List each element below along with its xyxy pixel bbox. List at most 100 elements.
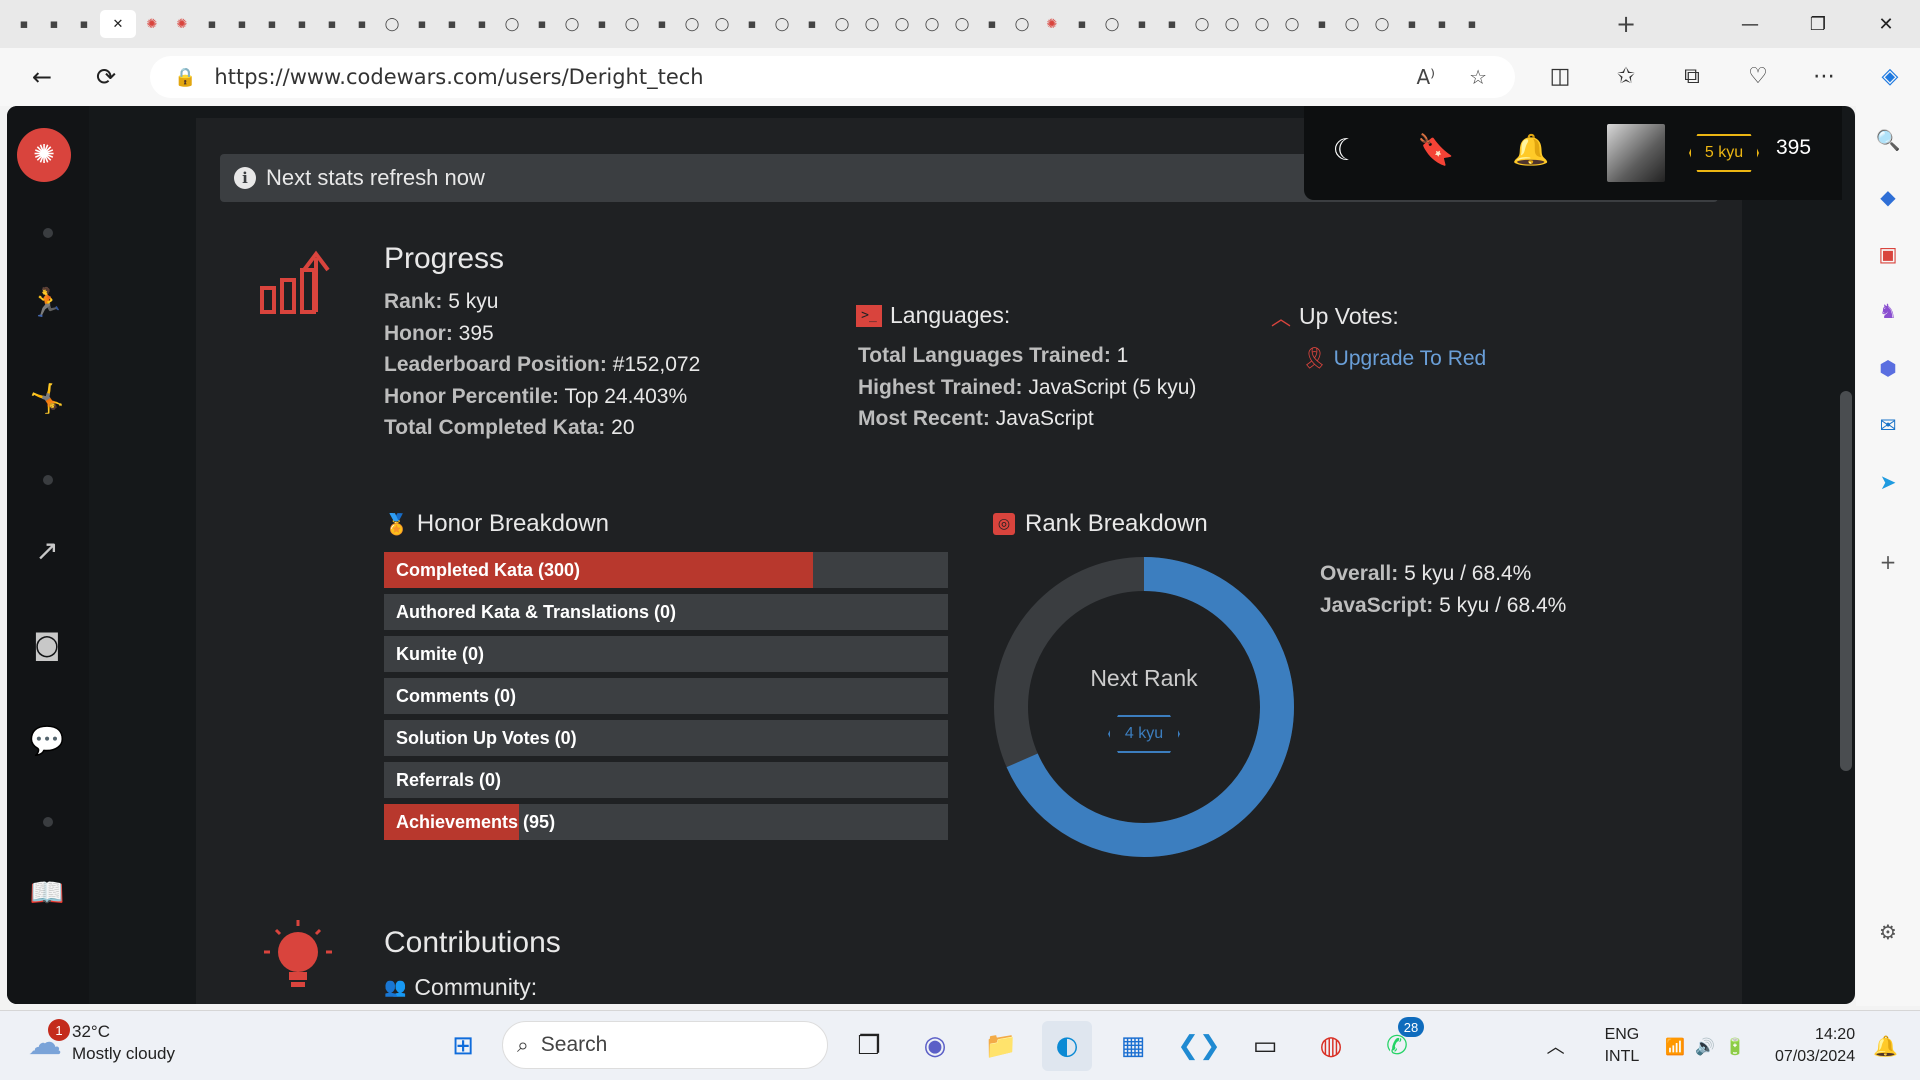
codewars-logo-icon[interactable]: ✺: [17, 128, 71, 182]
github-icon-16[interactable]: ◯: [1218, 10, 1246, 38]
dark-mode-moon-icon[interactable]: ☾: [1324, 128, 1368, 172]
more-options-icon[interactable]: ⋯: [1804, 56, 1844, 96]
codewars-tab-icon-2[interactable]: ✺: [138, 10, 166, 38]
new-tab-button[interactable]: +: [1612, 10, 1640, 38]
edge-browser-icon[interactable]: ◐: [1042, 1021, 1092, 1071]
notification-bell-icon[interactable]: 🔔: [1873, 1034, 1898, 1058]
whatsapp-icon[interactable]: ✆ 28: [1372, 1017, 1424, 1071]
restore-button[interactable]: ❐: [1784, 0, 1852, 48]
stackoverflow-icon-3[interactable]: ▪: [528, 10, 556, 38]
codewars-tab-icon[interactable]: ✕: [100, 10, 136, 38]
microsoft-store-icon[interactable]: ▦: [1108, 1021, 1158, 1071]
video-icon-2[interactable]: ▪: [1068, 10, 1096, 38]
github-icon-20[interactable]: ◯: [1368, 10, 1396, 38]
browser-essentials-icon[interactable]: ♡: [1738, 56, 1778, 96]
tab-overview-icon[interactable]: ▪: [40, 10, 68, 38]
bookmark-icon[interactable]: 🔖: [1414, 128, 1458, 172]
rank-badge[interactable]: 5 kyu: [1689, 134, 1759, 172]
github-icon[interactable]: ◯: [378, 10, 406, 38]
terminal-app-icon[interactable]: ▭: [1240, 1021, 1290, 1071]
video-icon[interactable]: ▪: [738, 10, 766, 38]
gmail-icon[interactable]: ▪: [70, 10, 98, 38]
github-icon-8[interactable]: ◯: [828, 10, 856, 38]
github-icon-19[interactable]: ◯: [1338, 10, 1366, 38]
close-window-button[interactable]: ✕: [1852, 0, 1920, 48]
back-button[interactable]: ←: [22, 57, 62, 97]
video-icon-4[interactable]: ▪: [1428, 10, 1456, 38]
github-icon-2[interactable]: ◯: [498, 10, 526, 38]
github-icon-12[interactable]: ◯: [948, 10, 976, 38]
github-icon-3[interactable]: ◯: [558, 10, 586, 38]
shopping-icon[interactable]: ◆: [1868, 177, 1908, 217]
split-screen-icon[interactable]: ◫: [1540, 56, 1580, 96]
github-icon-6[interactable]: ◯: [708, 10, 736, 38]
globe-icon-2[interactable]: ▪: [1158, 10, 1186, 38]
outlook-icon[interactable]: ✉: [1868, 405, 1908, 445]
github-icon-11[interactable]: ◯: [918, 10, 946, 38]
github-icon-9[interactable]: ◯: [858, 10, 886, 38]
favorite-star-icon[interactable]: ☆: [1469, 65, 1487, 89]
wifi-icon[interactable]: 📶: [1665, 1037, 1685, 1056]
stackoverflow-icon-4[interactable]: ▪: [588, 10, 616, 38]
start-windows-icon[interactable]: ⊞: [438, 1021, 488, 1071]
discussion-icon[interactable]: 💬: [27, 720, 67, 760]
chrome-icon[interactable]: ◍: [1306, 1021, 1356, 1071]
task-view-icon[interactable]: ❐: [844, 1021, 894, 1071]
dots-icon[interactable]: ▪: [1308, 10, 1336, 38]
profile-icon[interactable]: ▪: [10, 10, 38, 38]
code-icon[interactable]: ▪: [468, 10, 496, 38]
language-indicator[interactable]: ENG INTL: [1605, 1024, 1640, 1068]
globe-icon[interactable]: ▪: [648, 10, 676, 38]
notifications-bell-icon[interactable]: 🔔: [1509, 128, 1553, 172]
battery-icon[interactable]: 🔋: [1725, 1037, 1745, 1056]
stackoverflow-icon[interactable]: ▪: [198, 10, 226, 38]
avatar-icon[interactable]: ▪: [318, 10, 346, 38]
chevron-up-icon[interactable]: ︿: [1547, 1033, 1565, 1059]
url-text[interactable]: https://www.codewars.com/users/Deright_t…: [214, 65, 703, 89]
codewars-tab-icon-4[interactable]: ✺: [1038, 10, 1066, 38]
stackoverflow-icon-2[interactable]: ▪: [408, 10, 436, 38]
reload-button[interactable]: ⟳: [86, 57, 126, 97]
github-icon-18[interactable]: ◯: [1278, 10, 1306, 38]
docs-book-icon[interactable]: 📖: [27, 872, 67, 912]
stackoverflow-icon-5[interactable]: ▪: [978, 10, 1006, 38]
github-icon-15[interactable]: ◯: [1188, 10, 1216, 38]
taskbar-search[interactable]: ⌕ Search: [502, 1021, 828, 1069]
microsoft-365-icon[interactable]: ⬢: [1868, 348, 1908, 388]
github-icon-10[interactable]: ◯: [888, 10, 916, 38]
honor-score[interactable]: 395: [1776, 136, 1811, 160]
github-icon-5[interactable]: ◯: [678, 10, 706, 38]
training-icon[interactable]: 🏃: [27, 282, 67, 322]
leaderboard-trend-icon[interactable]: ↗: [27, 530, 67, 570]
upgrade-link[interactable]: 🎗 Upgrade To Red: [1301, 346, 1486, 371]
stackoverflow-icon-7[interactable]: ▪: [1458, 10, 1486, 38]
send-icon[interactable]: ➤: [1868, 462, 1908, 502]
help-icon[interactable]: ▪: [258, 10, 286, 38]
collections-icon[interactable]: ⧉: [1672, 56, 1712, 96]
reddit-icon[interactable]: ▪: [798, 10, 826, 38]
file-explorer-icon[interactable]: 📁: [976, 1021, 1026, 1071]
github-icon-4[interactable]: ◯: [618, 10, 646, 38]
video-icon-3[interactable]: ▪: [1128, 10, 1156, 38]
minimize-button[interactable]: —: [1716, 0, 1784, 48]
weather-widget[interactable]: ☁ 1 32°C Mostly cloudy: [28, 1019, 175, 1065]
github-icon-17[interactable]: ◯: [1248, 10, 1276, 38]
copilot-icon[interactable]: ◈: [1870, 56, 1910, 96]
github-icon-7[interactable]: ◯: [768, 10, 796, 38]
volume-icon[interactable]: 🔊: [1695, 1037, 1715, 1056]
search-icon[interactable]: ▪: [228, 10, 256, 38]
favorites-icon[interactable]: ✩: [1606, 56, 1646, 96]
stackoverflow-icon-6[interactable]: ▪: [1398, 10, 1426, 38]
read-aloud-icon[interactable]: A⁾: [1416, 65, 1435, 89]
medium-icon[interactable]: ▪: [438, 10, 466, 38]
add-sidebar-icon[interactable]: +: [1868, 542, 1908, 582]
vscode-icon[interactable]: ❮❯: [1174, 1021, 1224, 1071]
github-icon-14[interactable]: ◯: [1098, 10, 1126, 38]
teams-chat-icon[interactable]: ◉: [910, 1021, 960, 1071]
codewars-tab-icon-3[interactable]: ✺: [168, 10, 196, 38]
clock[interactable]: 14:20 07/03/2024: [1775, 1024, 1855, 1068]
tools-icon[interactable]: ▣: [1868, 234, 1908, 274]
page-scrollbar[interactable]: [1840, 391, 1852, 771]
document-icon[interactable]: ▪: [288, 10, 316, 38]
document-icon-2[interactable]: ▪: [348, 10, 376, 38]
